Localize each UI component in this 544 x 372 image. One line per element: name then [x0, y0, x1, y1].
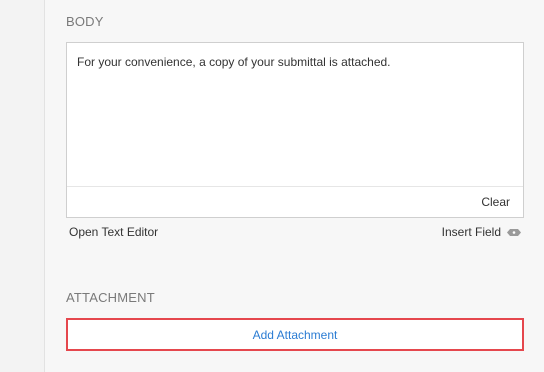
body-section-label: BODY: [66, 14, 104, 29]
email-settings-panel: BODY For your convenience, a copy of you…: [45, 0, 544, 372]
insert-field-label: Insert Field: [441, 225, 501, 239]
body-editor-footer: Clear: [67, 186, 523, 217]
open-text-editor-link[interactable]: Open Text Editor: [69, 225, 158, 239]
attachment-section-label: ATTACHMENT: [66, 290, 155, 305]
add-attachment-button[interactable]: Add Attachment: [66, 318, 524, 351]
body-editor[interactable]: For your convenience, a copy of your sub…: [66, 42, 524, 218]
body-editor-text[interactable]: For your convenience, a copy of your sub…: [77, 55, 391, 69]
insert-field-button[interactable]: Insert Field: [442, 225, 522, 239]
add-attachment-label: Add Attachment: [252, 327, 338, 342]
left-rail: [0, 0, 45, 372]
tag-icon: [507, 228, 521, 236]
clear-button[interactable]: Clear: [481, 195, 510, 209]
